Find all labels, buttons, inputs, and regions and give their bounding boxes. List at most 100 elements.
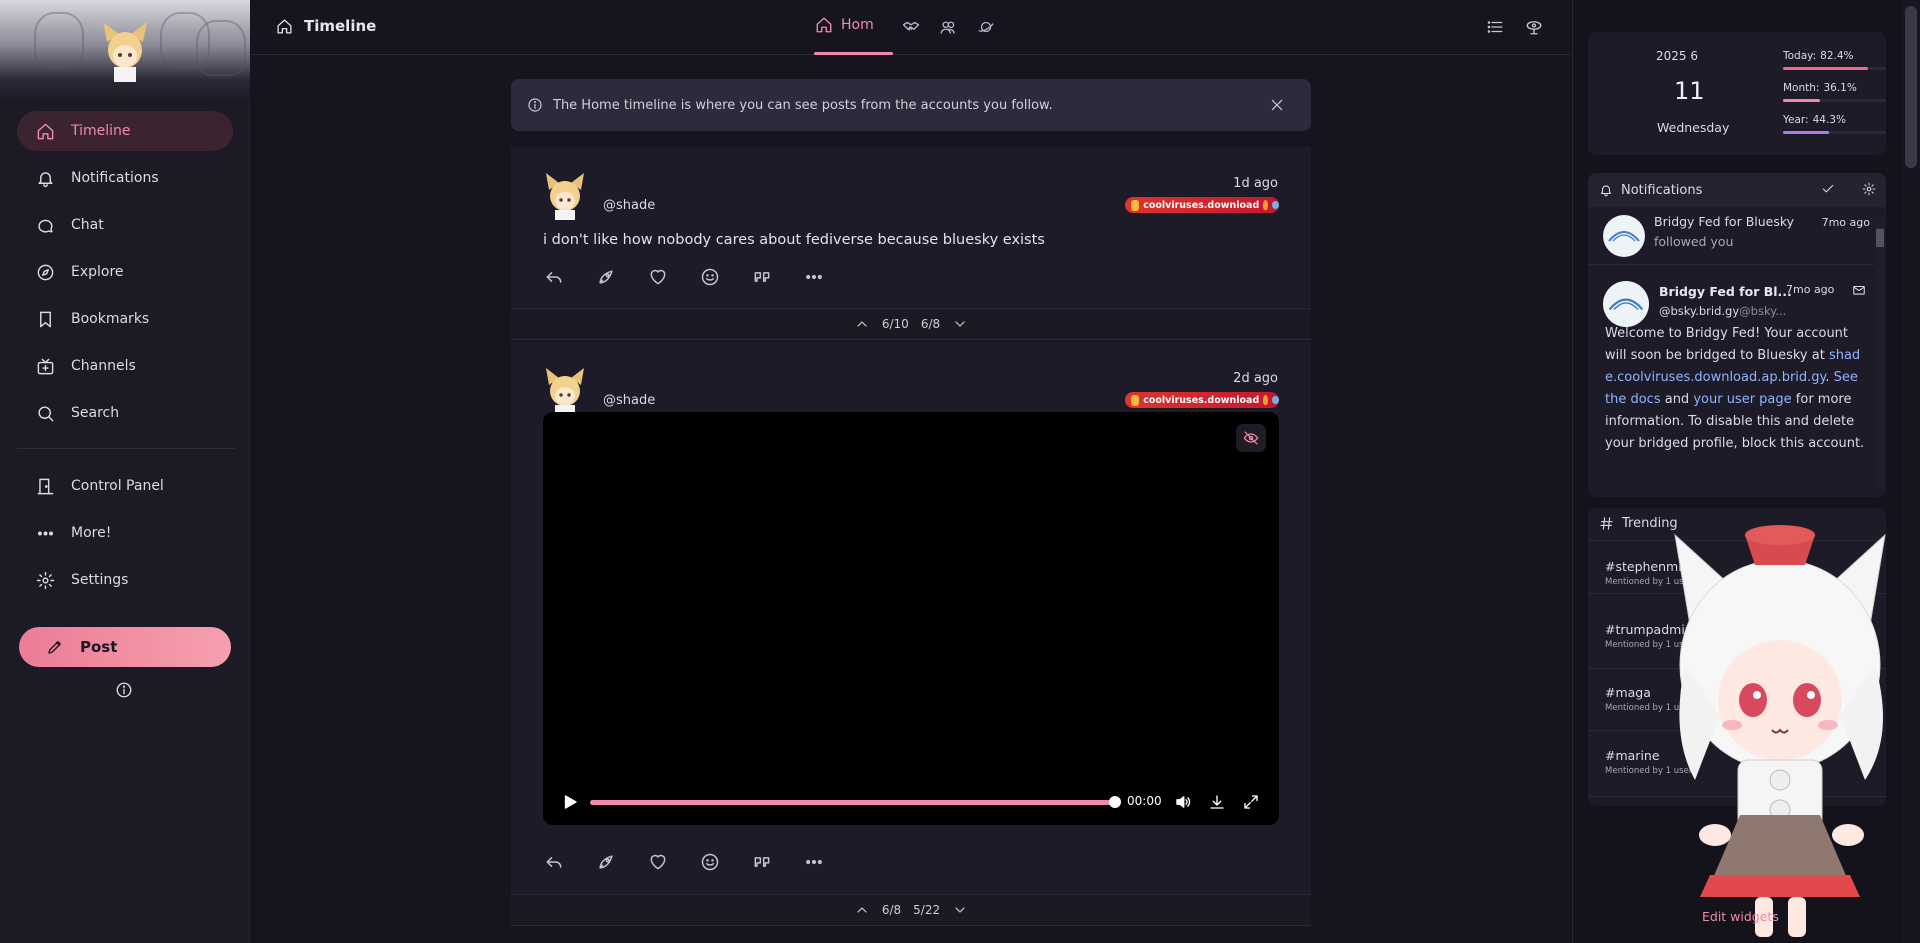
- note-username[interactable]: @shade: [603, 198, 655, 213]
- main-column: Timeline Hom The Home timeline is where …: [251, 0, 1571, 943]
- pager-prev-count: 6/10: [881, 317, 909, 331]
- video-seek-bar[interactable]: [590, 800, 1117, 805]
- notification-time: 7mo ago: [1821, 216, 1870, 229]
- instance-badge[interactable]: coolviruses.download: [1125, 392, 1279, 408]
- page-scrollbar[interactable]: [1902, 0, 1920, 943]
- notification-handle: @bsky.brid.gy@bsky...: [1659, 304, 1787, 318]
- calendar-stat-year: Year: 44.3%: [1783, 114, 1846, 126]
- fullscreen-icon[interactable]: [1242, 793, 1260, 811]
- note-username[interactable]: @shade: [603, 393, 655, 408]
- notification-body: Welcome to Bridgy Fed! Your account will…: [1605, 326, 1865, 451]
- sidebar-item-explore[interactable]: Explore: [17, 252, 233, 292]
- users-icon[interactable]: [939, 18, 957, 36]
- home-icon: [815, 16, 833, 34]
- rocket-icon[interactable]: [596, 852, 616, 872]
- rocket-icon[interactable]: [596, 267, 616, 287]
- more-icon[interactable]: [804, 852, 824, 872]
- fish-icon: [1271, 396, 1279, 404]
- close-icon[interactable]: [1269, 97, 1285, 113]
- sidebar: Timeline Notifications Chat Explore Book…: [0, 0, 250, 943]
- home-icon: [276, 18, 293, 35]
- note-card[interactable]: @shade 1d ago coolviruses.download i don…: [511, 147, 1311, 307]
- sidebar-item-notifications[interactable]: Notifications: [17, 158, 233, 198]
- list-icon[interactable]: [1486, 18, 1504, 36]
- info-icon[interactable]: [115, 681, 133, 699]
- note-avatar[interactable]: [544, 367, 586, 415]
- flame-icon: [1263, 200, 1268, 210]
- heart-icon[interactable]: [648, 267, 668, 287]
- notification-author[interactable]: Bridgy Fed for Bluesky: [1654, 214, 1794, 229]
- sidebar-item-timeline[interactable]: Timeline: [17, 111, 233, 151]
- video-seek-handle[interactable]: [1109, 796, 1121, 808]
- user-page-link[interactable]: your user page: [1693, 392, 1791, 407]
- bridgy-avatar[interactable]: [1603, 281, 1649, 327]
- sidebar-item-label: Settings: [71, 572, 129, 588]
- note-timestamp[interactable]: 2d ago: [1233, 371, 1278, 386]
- dots-icon: [36, 524, 55, 543]
- video-player[interactable]: 00:00: [543, 412, 1279, 825]
- pager-next-count: 5/22: [913, 903, 941, 917]
- bridgy-avatar[interactable]: [1603, 215, 1645, 257]
- calendar-bar-month: [1783, 99, 1886, 102]
- calendar-stat-today: Today: 82.4%: [1783, 50, 1854, 62]
- gear-icon[interactable]: [1862, 182, 1876, 196]
- door-icon: [36, 477, 55, 496]
- sidebar-item-control-panel[interactable]: Control Panel: [17, 466, 233, 506]
- more-icon[interactable]: [804, 267, 824, 287]
- notification-note[interactable]: Bridgy Fed for Bl... 7mo ago @bsky.brid.…: [1588, 277, 1874, 497]
- emoji-icon[interactable]: [700, 852, 720, 872]
- info-banner-text: The Home timeline is where you can see p…: [553, 97, 1053, 113]
- bell-icon: [36, 169, 55, 188]
- sidebar-item-search[interactable]: Search: [17, 393, 233, 433]
- edit-widgets-link[interactable]: Edit widgets: [1702, 909, 1779, 924]
- hide-media-button[interactable]: [1236, 424, 1266, 452]
- sidebar-item-label: Explore: [71, 264, 124, 280]
- chevron-up-icon[interactable]: [854, 316, 870, 332]
- flame-icon: [1263, 395, 1268, 405]
- fish-icon: [1271, 201, 1279, 209]
- chat-icon: [36, 216, 55, 235]
- chevron-down-icon[interactable]: [952, 902, 968, 918]
- download-icon[interactable]: [1208, 793, 1226, 811]
- instance-icon: [1131, 394, 1140, 406]
- volume-icon[interactable]: [1174, 793, 1192, 811]
- note-card[interactable]: @shade 2d ago coolviruses.download 00:00: [511, 342, 1311, 894]
- profile-banner: [0, 0, 250, 100]
- eye-off-icon: [1243, 430, 1259, 446]
- notifications-scrollbar[interactable]: [1876, 221, 1884, 485]
- chevron-down-icon[interactable]: [952, 316, 968, 332]
- note-actions: [544, 852, 856, 872]
- instance-badge[interactable]: coolviruses.download: [1125, 197, 1279, 213]
- notification-author[interactable]: Bridgy Fed for Bl...: [1659, 284, 1792, 299]
- handshake-icon[interactable]: [902, 18, 920, 36]
- sidebar-item-label: Search: [71, 405, 120, 421]
- note-timestamp[interactable]: 1d ago: [1233, 176, 1278, 191]
- notifications-widget-header: Notifications: [1588, 173, 1886, 207]
- sidebar-item-label: Control Panel: [71, 478, 164, 494]
- sidebar-item-more[interactable]: More!: [17, 513, 233, 553]
- quote-icon[interactable]: [752, 267, 772, 287]
- notification-item[interactable]: Bridgy Fed for Bluesky 7mo ago followed …: [1588, 207, 1874, 265]
- sidebar-item-settings[interactable]: Settings: [17, 560, 233, 600]
- sidebar-item-bookmarks[interactable]: Bookmarks: [17, 299, 233, 339]
- reply-icon[interactable]: [544, 852, 564, 872]
- check-icon[interactable]: [1821, 182, 1835, 196]
- sidebar-item-channels[interactable]: Channels: [17, 346, 233, 386]
- user-avatar[interactable]: [101, 20, 149, 82]
- sidebar-item-label: Chat: [71, 217, 104, 233]
- planet-icon[interactable]: [977, 18, 995, 36]
- heart-icon[interactable]: [648, 852, 668, 872]
- chevron-up-icon[interactable]: [854, 902, 870, 918]
- post-button[interactable]: Post: [19, 627, 231, 667]
- quote-icon[interactable]: [752, 852, 772, 872]
- emoji-icon[interactable]: [700, 267, 720, 287]
- note-avatar[interactable]: [544, 172, 586, 220]
- antenna-icon[interactable]: [1525, 18, 1543, 36]
- play-icon[interactable]: [561, 793, 579, 811]
- calendar-weekday: Wednesday: [1657, 120, 1730, 135]
- sidebar-item-chat[interactable]: Chat: [17, 205, 233, 245]
- page-scrollbar-thumb[interactable]: [1905, 6, 1917, 168]
- reply-icon[interactable]: [544, 267, 564, 287]
- tab-home[interactable]: Hom: [815, 16, 874, 34]
- note-actions: [544, 267, 856, 287]
